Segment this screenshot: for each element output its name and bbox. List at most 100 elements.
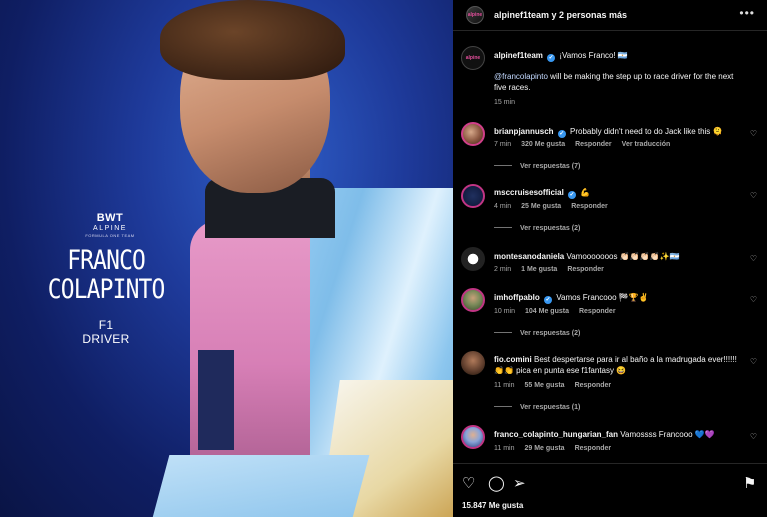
- comment: montesanodaniela Vamooooooos 👏🏻👏🏻👏🏻👏🏻✨🇦🇷: [494, 251, 744, 262]
- reply-button[interactable]: Responder: [575, 382, 612, 389]
- like-heart-icon[interactable]: ♡: [750, 357, 757, 366]
- like-heart-icon[interactable]: ♡: [750, 295, 757, 304]
- comment-time: 4 min: [494, 203, 512, 210]
- caption-body: @francolapinto will be making the step u…: [494, 71, 744, 93]
- comment-meta: 11 min 29 Me gusta Responder: [494, 445, 621, 452]
- comment-avatar[interactable]: [461, 247, 485, 271]
- comment-username[interactable]: fio.comini: [494, 355, 532, 364]
- comment-avatar[interactable]: [461, 184, 485, 208]
- comment-likes[interactable]: 25 Me gusta: [521, 203, 561, 210]
- reply-button[interactable]: Responder: [567, 266, 604, 273]
- comment-text: Vamooooooos 👏🏻👏🏻👏🏻👏🏻✨🇦🇷: [566, 252, 680, 261]
- driver-first-name: FRANCO: [67, 245, 146, 276]
- view-replies-label: Ver respuestas (1): [520, 404, 581, 411]
- caption-avatar[interactable]: alpine: [461, 46, 485, 70]
- header-divider: [453, 30, 767, 31]
- verified-icon: ✓: [568, 191, 577, 199]
- comment-text: Probably didn't need to do Jack like thi…: [570, 127, 723, 136]
- comment-meta: 2 min 1 Me gusta Responder: [494, 266, 614, 273]
- view-replies-button[interactable]: Ver respuestas (2): [494, 330, 580, 337]
- comment-text: Vamos Francooo 🏁🏆✌️: [556, 293, 649, 302]
- like-heart-icon[interactable]: ♡: [750, 129, 757, 138]
- actions-divider: [453, 463, 767, 464]
- caption-time: 15 min: [494, 99, 516, 106]
- comment-meta: 7 min 320 Me gusta Responder Ver traducción: [494, 141, 680, 148]
- comment-meta: 11 min 55 Me gusta Responder: [494, 382, 621, 389]
- comment-time: 7 min: [494, 141, 512, 148]
- driver-last-name: COLAPINTO: [47, 274, 166, 305]
- comment-text: Vamossss Francooo 💙💜: [620, 430, 715, 439]
- view-replies-button[interactable]: Ver respuestas (7): [494, 163, 580, 170]
- comment: msccruisesofficial ✓ 💪: [494, 187, 744, 199]
- comment-username[interactable]: montesanodaniela: [494, 252, 564, 261]
- post-header: alpine alpinef1team y 2 personas más •••: [453, 0, 767, 30]
- comment-text: 💪: [580, 188, 591, 197]
- comment-time: 10 min: [494, 308, 516, 315]
- comment-likes[interactable]: 29 Me gusta: [525, 445, 565, 452]
- like-heart-icon[interactable]: ♡: [750, 432, 757, 441]
- comment-avatar[interactable]: [461, 351, 485, 375]
- header-avatar[interactable]: alpine: [466, 6, 484, 24]
- reply-button[interactable]: Responder: [575, 445, 612, 452]
- verified-icon: ✓: [544, 296, 553, 304]
- verified-icon: ✓: [547, 54, 556, 62]
- comment-avatar[interactable]: [461, 122, 485, 146]
- view-replies-label: Ver respuestas (7): [520, 163, 581, 170]
- suit-panel-graphic: [198, 350, 234, 450]
- caption: alpinef1team ✓ ¡Vamos Franco! 🇦🇷: [494, 50, 744, 62]
- driver-name: FRANCO COLAPINTO: [36, 246, 176, 304]
- comment-username[interactable]: msccruisesofficial: [494, 188, 564, 197]
- driver-hair-graphic: [160, 0, 345, 80]
- comment-likes[interactable]: 104 Me gusta: [525, 308, 569, 315]
- comment-avatar[interactable]: [461, 288, 485, 312]
- comment: franco_colapinto_hungarian_fan Vamossss …: [494, 429, 744, 440]
- mention-link[interactable]: @francolapinto: [494, 72, 548, 81]
- comments-panel: alpine alpinef1team y 2 personas más •••…: [453, 0, 767, 517]
- comment: imhoffpablo ✓ Vamos Francooo 🏁🏆✌️: [494, 292, 744, 304]
- comment-username[interactable]: brianpjannusch: [494, 127, 554, 136]
- view-replies-label: Ver respuestas (2): [520, 225, 581, 232]
- flag-lower-graphic: [150, 455, 370, 517]
- translate-button[interactable]: Ver traducción: [622, 141, 671, 148]
- driver-role: F1 DRIVER: [82, 318, 130, 346]
- caption-username[interactable]: alpinef1team: [494, 51, 543, 60]
- post-header-title[interactable]: alpinef1team y 2 personas más: [494, 10, 627, 20]
- avatar-label: alpine: [467, 12, 483, 18]
- comment: fio.comini Best despertarse para ir al b…: [494, 354, 744, 376]
- comment-icon[interactable]: ◯: [488, 476, 505, 491]
- comment-meta: 10 min 104 Me gusta Responder: [494, 308, 626, 315]
- comment-likes[interactable]: 320 Me gusta: [521, 141, 565, 148]
- team-sub-text: FORMULA ONE TEAM: [85, 233, 135, 238]
- comment: brianpjannusch ✓ Probably didn't need to…: [494, 126, 744, 138]
- comment-likes[interactable]: 55 Me gusta: [525, 382, 565, 389]
- comment-time: 2 min: [494, 266, 512, 273]
- alpine-logo-text: ALPINE: [93, 225, 127, 232]
- comment-time: 11 min: [494, 445, 515, 452]
- reply-button[interactable]: Responder: [579, 308, 616, 315]
- comment-avatar[interactable]: [461, 425, 485, 449]
- share-icon[interactable]: ➢: [513, 476, 526, 491]
- verified-icon: ✓: [557, 130, 566, 138]
- caption-meta: 15 min: [494, 99, 525, 106]
- heart-icon[interactable]: ♡: [462, 476, 475, 491]
- reply-button[interactable]: Responder: [575, 141, 612, 148]
- like-heart-icon[interactable]: ♡: [750, 191, 757, 200]
- comment-meta: 4 min 25 Me gusta Responder: [494, 203, 618, 210]
- comment-likes[interactable]: 1 Me gusta: [521, 266, 557, 273]
- more-horizontal-icon[interactable]: •••: [739, 6, 755, 20]
- comment-username[interactable]: franco_colapinto_hungarian_fan: [494, 430, 618, 439]
- view-replies-label: Ver respuestas (2): [520, 330, 581, 337]
- comment-username[interactable]: imhoffpablo: [494, 293, 540, 302]
- avatar-label: alpine: [465, 55, 481, 61]
- view-replies-button[interactable]: Ver respuestas (1): [494, 404, 580, 411]
- bookmark-icon[interactable]: ⚑: [743, 476, 756, 491]
- like-count[interactable]: 15.847 Me gusta: [462, 501, 523, 510]
- post-image[interactable]: BWT ALPINE FORMULA ONE TEAM FRANCO COLAP…: [0, 0, 453, 517]
- view-replies-button[interactable]: Ver respuestas (2): [494, 225, 580, 232]
- team-logo: BWT ALPINE FORMULA ONE TEAM: [85, 212, 135, 238]
- caption-text: ¡Vamos Franco! 🇦🇷: [559, 51, 628, 60]
- reply-button[interactable]: Responder: [571, 203, 608, 210]
- comment-time: 11 min: [494, 382, 515, 389]
- bwt-logo-text: BWT: [96, 212, 124, 224]
- like-heart-icon[interactable]: ♡: [750, 254, 757, 263]
